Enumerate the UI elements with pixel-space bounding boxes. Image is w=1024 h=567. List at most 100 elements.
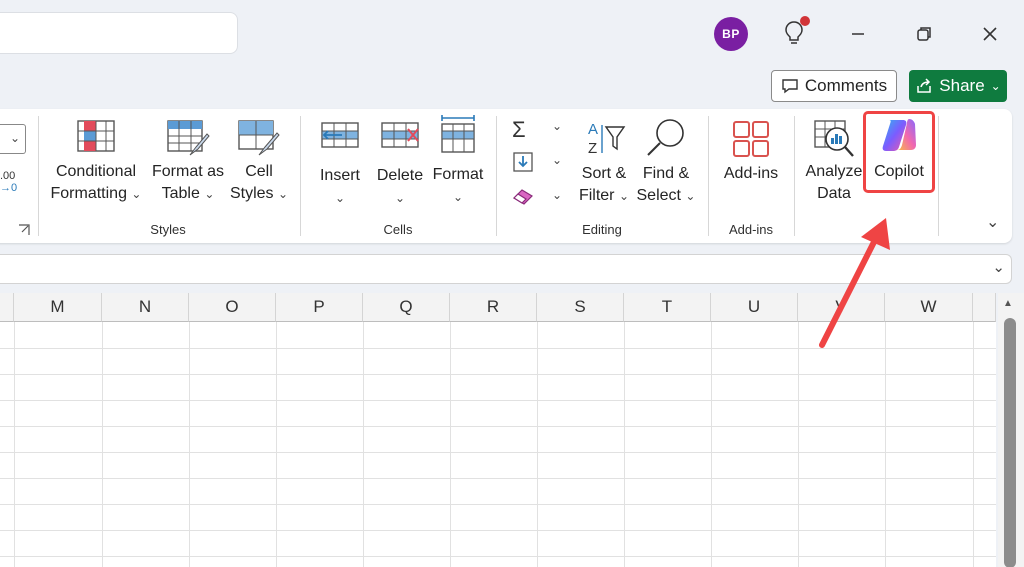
column-header-t[interactable]: T [624, 293, 711, 322]
decrease-decimal-button[interactable]: .00 →0 [0, 170, 17, 194]
find-select-button[interactable]: Find & Select ⌄ [634, 117, 698, 207]
autosum-button[interactable]: Σ ⌄ [512, 117, 564, 142]
cell-styles-label-2: Styles [229, 185, 274, 202]
svg-text:Z: Z [588, 140, 597, 157]
chevron-down-icon: ⌄ [10, 131, 21, 145]
group-separator [708, 116, 709, 236]
comment-icon [782, 79, 798, 94]
add-ins-icon [733, 121, 769, 157]
column-header-partial[interactable] [973, 293, 996, 322]
insert-cells-icon [321, 122, 359, 148]
copilot-highlight-box [863, 111, 935, 193]
conditional-formatting-label-2: Formatting [50, 185, 127, 202]
grid-line [0, 530, 996, 531]
collapse-ribbon-chevron-icon[interactable]: ⌄ [986, 212, 999, 232]
format-as-table-icon [167, 120, 210, 156]
chevron-down-icon: ⌄ [452, 190, 464, 204]
number-format-dropdown[interactable]: ⌄ [0, 124, 26, 154]
grid-line [0, 504, 996, 505]
fill-down-icon [513, 152, 533, 172]
delete-cells-icon [381, 122, 419, 148]
chevron-down-icon: ⌄ [990, 79, 1001, 93]
sort-filter-button[interactable]: A Z Sort & Filter ⌄ [574, 119, 634, 207]
eraser-icon [513, 189, 533, 205]
user-avatar[interactable]: BP [714, 17, 748, 51]
formula-bar[interactable]: ⌄ [0, 254, 1012, 284]
format-button[interactable]: Format ⌄ [430, 114, 486, 208]
group-separator [300, 116, 301, 236]
add-ins-button[interactable]: Add-ins [716, 119, 786, 185]
close-icon[interactable] [976, 20, 1004, 48]
chevron-down-icon: ⌄ [552, 153, 563, 167]
styles-group-label: Styles [150, 222, 186, 237]
cell-styles-icon [238, 120, 280, 156]
minimize-icon[interactable] [844, 20, 872, 48]
conditional-formatting-button[interactable]: Conditional Formatting ⌄ [48, 119, 144, 205]
grid-line [0, 400, 996, 401]
sort-filter-label: Sort & [581, 165, 627, 182]
worksheet-grid[interactable] [0, 293, 996, 567]
format-as-table-label: Format as [151, 163, 224, 180]
search-box[interactable] [0, 12, 238, 54]
chevron-down-icon: ⌄ [394, 191, 406, 205]
fill-button[interactable]: ⌄ [512, 151, 564, 175]
svg-text:A: A [588, 121, 598, 138]
grid-line [0, 556, 996, 557]
column-header-r[interactable]: R [450, 293, 537, 322]
column-header-q[interactable]: Q [363, 293, 450, 322]
share-icon [917, 78, 932, 93]
share-button[interactable]: Share ⌄ [909, 70, 1007, 102]
insert-button[interactable]: Insert ⌄ [312, 119, 368, 209]
delete-button[interactable]: Delete ⌄ [372, 119, 428, 209]
analyze-data-icon [814, 120, 854, 157]
chevron-down-icon: ⌄ [552, 188, 563, 202]
cell-styles-button[interactable]: Cell Styles ⌄ [226, 119, 292, 205]
grid-line [0, 426, 996, 427]
grid-line [0, 478, 996, 479]
decimal-glyph-arrow: →0 [0, 182, 18, 194]
restore-icon[interactable] [910, 20, 938, 48]
chevron-down-icon: ⌄ [618, 189, 630, 203]
group-separator [38, 116, 39, 236]
decimal-glyph: .00 [0, 170, 16, 182]
column-header-p[interactable]: P [276, 293, 363, 322]
analyze-data-button[interactable]: Analyze Data [802, 117, 866, 205]
share-label: Share [939, 76, 985, 95]
chevron-down-icon: ⌄ [685, 189, 696, 203]
insert-label: Insert [319, 167, 360, 184]
column-header-n[interactable]: N [102, 293, 189, 322]
comments-label: Comments [804, 76, 888, 95]
conditional-formatting-icon [77, 120, 115, 152]
cell-styles-label: Cell [245, 163, 273, 180]
chevron-down-icon: ⌄ [552, 119, 563, 133]
analyze-data-label: Analyze [805, 163, 863, 180]
add-ins-label: Add-ins [723, 165, 779, 182]
scroll-up-arrow-icon[interactable]: ▲ [1003, 298, 1013, 309]
expand-formula-bar-icon[interactable]: ⌄ [992, 258, 1005, 276]
chevron-down-icon: ⌄ [131, 187, 142, 201]
column-header-m[interactable]: M [14, 293, 102, 322]
format-cells-icon [441, 115, 475, 153]
group-separator [496, 116, 497, 236]
notification-dot [800, 16, 810, 26]
comments-button[interactable]: Comments [771, 70, 897, 102]
column-header-partial[interactable] [0, 293, 14, 322]
format-as-table-button[interactable]: Format as Table ⌄ [148, 119, 228, 205]
chevron-down-icon: ⌄ [334, 191, 346, 205]
find-select-label: Find & [642, 165, 690, 182]
cells-group-label: Cells [383, 222, 413, 237]
column-header-u[interactable]: U [711, 293, 798, 322]
column-header-s[interactable]: S [537, 293, 624, 322]
find-select-label-2: Select [636, 187, 681, 204]
column-header-v[interactable]: V [798, 293, 885, 322]
group-separator [794, 116, 795, 236]
sort-filter-label-2: Filter [578, 187, 615, 204]
editing-group-label: Editing [582, 222, 622, 237]
grid-line [0, 452, 996, 453]
clear-button[interactable]: ⌄ [512, 186, 564, 210]
column-header-w[interactable]: W [885, 293, 973, 322]
column-header-o[interactable]: O [189, 293, 276, 322]
chevron-down-icon: ⌄ [277, 187, 289, 201]
scrollbar-thumb[interactable] [1004, 318, 1016, 567]
dialog-launcher-icon[interactable] [18, 224, 30, 236]
